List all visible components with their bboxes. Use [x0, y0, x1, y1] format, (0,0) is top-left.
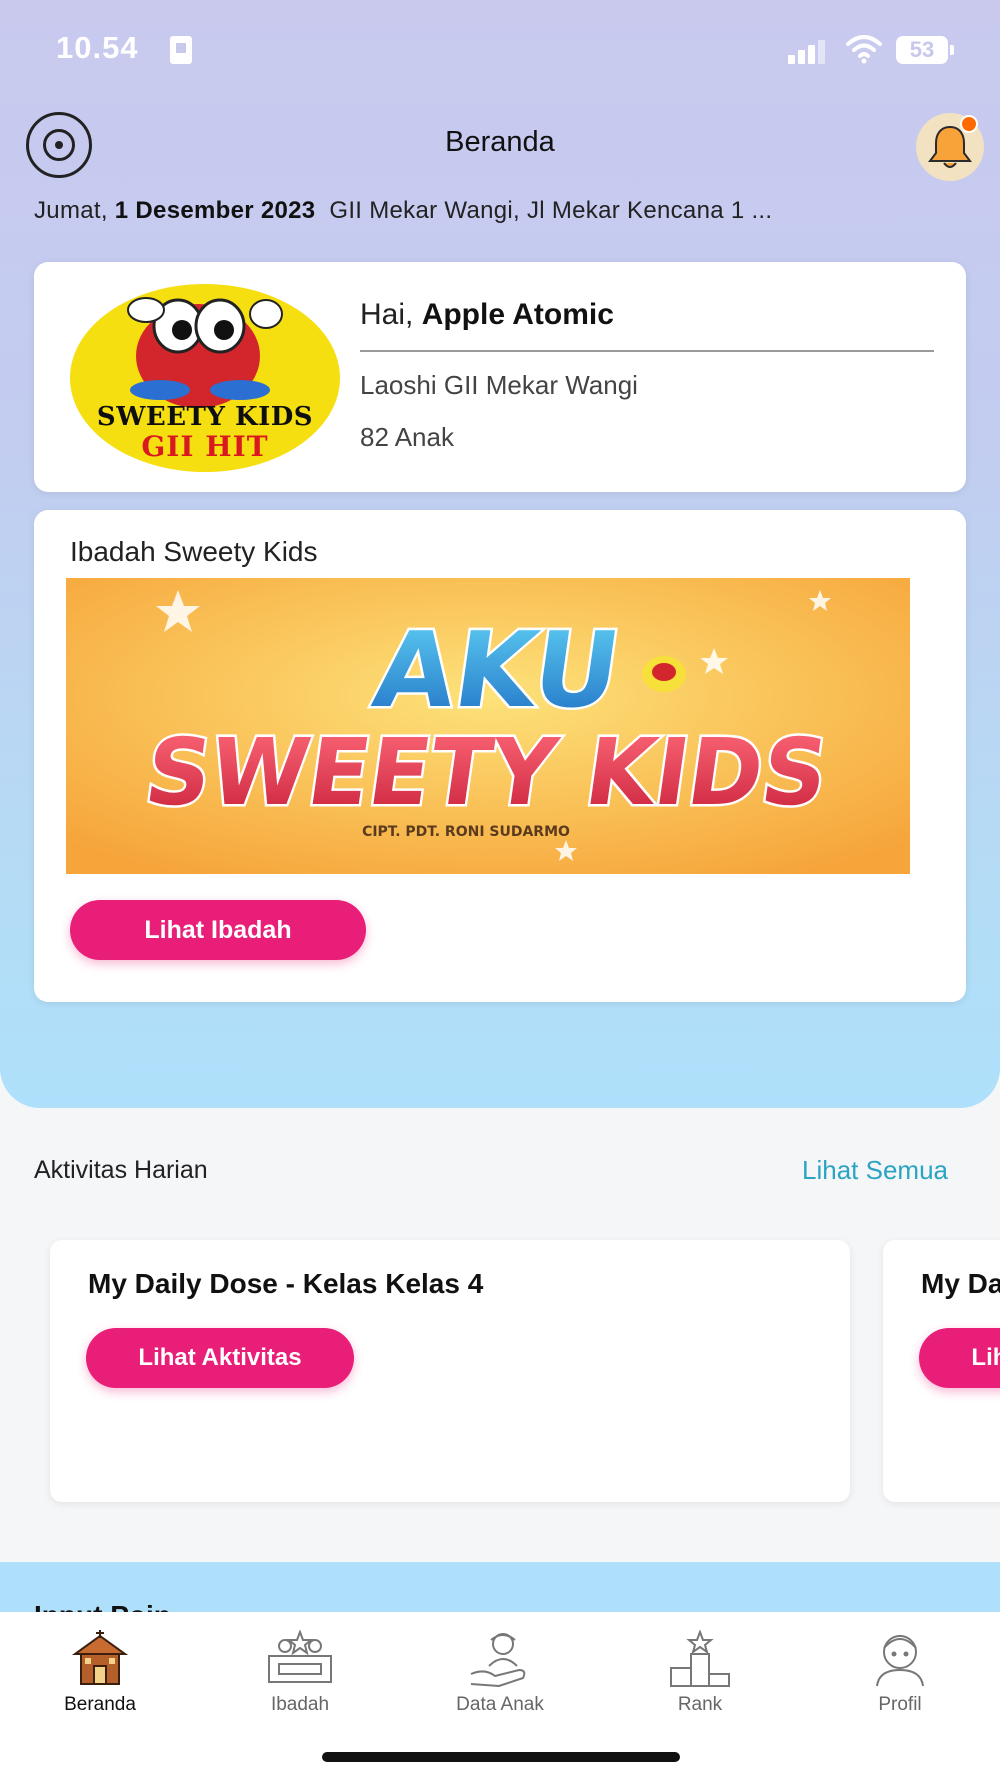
view-activity-button[interactable]: Lihat Aktivitas	[919, 1328, 1000, 1388]
user-role: Laoshi GII Mekar Wangi	[360, 370, 638, 400]
tab-label: Profil	[878, 1694, 922, 1715]
date-location-line: Jumat, 1 Desember 2023 GII Mekar Wangi, …	[34, 197, 772, 225]
worship-banner[interactable]: AKU SWEETY KIDS CIPT. PDT. RONI SUDARMO	[66, 578, 910, 874]
divider	[360, 350, 934, 352]
sim-icon	[170, 36, 192, 64]
activity-title: My Daily Dose - Kelas Kelas 4	[88, 1268, 484, 1299]
worship-card: Ibadah Sweety Kids AKU SWEETY KIDS CIPT.…	[34, 510, 966, 1002]
see-all-link[interactable]: Lihat Semua	[802, 1155, 948, 1186]
banner-artwork: AKU SWEETY KIDS CIPT. PDT. RONI SUDARMO	[66, 578, 910, 874]
tab-label: Data Anak	[456, 1694, 544, 1715]
banner-title-line1: AKU	[367, 609, 628, 730]
sweety-kids-logo: SWEETY KIDS GII HIT	[70, 284, 340, 472]
page-title: Beranda	[445, 126, 555, 158]
church-icon	[71, 1630, 129, 1685]
tab-beranda[interactable]: Beranda	[0, 1630, 200, 1716]
activity-title: My Daily Dose - Kelas Kelas 4	[921, 1268, 1000, 1299]
podium-icon	[670, 1630, 730, 1687]
activity-card[interactable]: My Daily Dose - Kelas Kelas 4 Lihat Akti…	[50, 1240, 850, 1502]
greeting-prefix: Hai,	[360, 298, 422, 331]
view-worship-button[interactable]: Lihat Ibadah	[70, 900, 366, 960]
kids-count: 82 Anak	[360, 422, 454, 452]
notification-dot	[960, 115, 978, 133]
daily-activities-title: Aktivitas Harian	[34, 1156, 208, 1184]
date-label: 1 Desember 2023	[114, 197, 316, 224]
view-activity-button[interactable]: Lihat Aktivitas	[86, 1328, 354, 1388]
tab-label: Rank	[677, 1694, 723, 1715]
tab-rank[interactable]: Rank	[600, 1630, 800, 1716]
greeting: Hai, Apple Atomic	[360, 298, 614, 332]
cellular-signal-icon	[788, 38, 828, 64]
tab-data-anak[interactable]: Data Anak	[400, 1630, 600, 1716]
notification-button[interactable]	[916, 113, 984, 181]
worship-icon	[268, 1630, 332, 1683]
logo-text-line1: SWEETY KIDS	[96, 402, 314, 432]
home-indicator[interactable]	[322, 1752, 680, 1762]
tab-label: Beranda	[64, 1694, 136, 1715]
status-bar: 10.54 53	[0, 0, 1000, 100]
tab-profil[interactable]: Profil	[800, 1630, 1000, 1716]
worship-title: Ibadah Sweety Kids	[70, 536, 318, 567]
profile-icon	[876, 1635, 924, 1687]
banner-credit: CIPT. PDT. RONI SUDARMO	[362, 824, 570, 840]
battery-icon: 53	[896, 36, 954, 64]
wifi-icon	[846, 35, 882, 64]
day-label: Jumat,	[34, 197, 115, 224]
profile-card: SWEETY KIDS GII HIT Hai, Apple Atomic La…	[34, 262, 966, 492]
child-data-icon	[470, 1633, 526, 1688]
tab-label: Ibadah	[270, 1694, 330, 1715]
logo-text-line2: GII HIT	[141, 430, 269, 463]
user-name: Apple Atomic	[421, 298, 614, 331]
tab-ibadah[interactable]: Ibadah	[200, 1630, 400, 1716]
banner-title-line2: SWEETY KIDS	[139, 718, 834, 825]
location-label: GII Mekar Wangi, Jl Mekar Kencana 1 ...	[329, 197, 773, 224]
status-time: 10.54	[56, 30, 139, 65]
activity-card[interactable]: My Daily Dose - Kelas Kelas 4 Lihat Akti…	[883, 1240, 1000, 1502]
